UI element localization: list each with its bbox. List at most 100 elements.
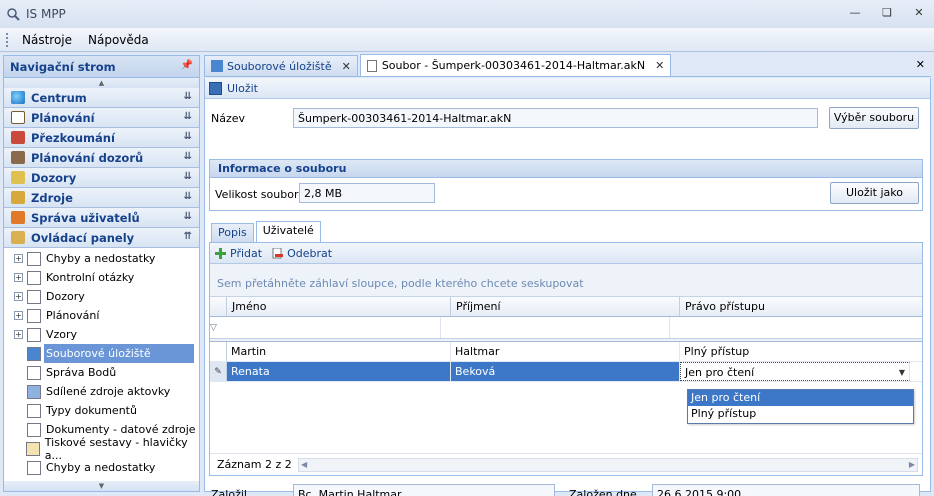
nav-group-label: Přezkoumání [31, 130, 115, 145]
scroll-left-icon[interactable]: ◀ [301, 460, 307, 469]
nav-header: Navigační strom 📌 [4, 56, 199, 78]
file-info-header: Informace o souboru [210, 160, 922, 178]
tab-uzivatele[interactable]: Uživatelé [255, 221, 321, 242]
access-right-value: Jen pro čtení [685, 366, 755, 379]
tree-item-tiskove-sestavy[interactable]: Tiskové sestavy - hlavičky a... [4, 436, 199, 462]
handshake-icon [11, 151, 25, 164]
close-icon[interactable]: ✕ [912, 6, 926, 19]
table-row[interactable]: Martin Haltmar Plný přístup [210, 342, 922, 362]
cell-jmeno[interactable]: Renata [227, 362, 451, 381]
expand-icon[interactable]: + [14, 330, 23, 339]
nav-group-centrum[interactable]: Centrum ⇊ [4, 88, 199, 108]
name-label: Název [211, 112, 246, 125]
tree-item-label: Kontrolní otázky [46, 271, 135, 284]
report-icon [26, 441, 40, 456]
tree-item-kontrolni-otazky[interactable]: + Kontrolní otázky [4, 268, 199, 287]
column-header-jmeno[interactable]: Jméno [227, 297, 451, 316]
filter-cell-prijmeni[interactable] [441, 317, 670, 338]
filter-cell-pravo[interactable] [670, 317, 912, 338]
scroll-right-icon[interactable]: ▶ [909, 460, 915, 469]
scroll-down-button[interactable]: ▼ [4, 481, 199, 491]
tree-item-sprava-bodu[interactable]: Správa Bodů [4, 363, 199, 382]
horizontal-scrollbar[interactable]: ◀ ▶ [298, 458, 918, 472]
maximize-icon[interactable]: ❏ [880, 6, 894, 19]
group-by-area[interactable]: Sem přetáhněte záhlaví sloupce, podle kt… [210, 264, 922, 297]
column-header-pravo[interactable]: Právo přístupu [680, 297, 922, 316]
pager: Záznam 2 z 2 ◀ ▶ [210, 453, 922, 475]
nav-group-label: Dozory [31, 170, 77, 185]
nav-group-prezkoumani[interactable]: Přezkoumání ⇊ [4, 128, 199, 148]
cell-prijmeni[interactable]: Haltmar [451, 342, 680, 361]
name-field[interactable]: Šumperk-00303461-2014-Haltmar.akN [293, 108, 818, 128]
tree-item-souborove-uloziste[interactable]: Souborové úložiště [4, 344, 199, 363]
tree-item-chyby[interactable]: + Chyby a nedostatky [4, 249, 199, 268]
tree-item-chyby-2[interactable]: Chyby a nedostatky [4, 458, 199, 477]
tab-label: Soubor - Šumperk-00303461-2014-Haltmar.a… [381, 59, 646, 72]
close-tab-icon[interactable]: ✕ [655, 59, 664, 72]
nav-group-dozory[interactable]: Dozory ⇊ [4, 168, 199, 188]
column-header-prijmeni[interactable]: Příjmení [451, 297, 680, 316]
tab-popis[interactable]: Popis [211, 223, 254, 242]
chevron-down-icon: ⇊ [183, 91, 192, 102]
close-icon[interactable]: ✕ [916, 58, 925, 71]
cell-prijmeni[interactable]: Beková [451, 362, 680, 381]
tab-soubor[interactable]: Soubor - Šumperk-00303461-2014-Haltmar.a… [359, 54, 672, 76]
toolbar-grip[interactable] [6, 32, 9, 47]
menu-tools[interactable]: Nástroje [19, 33, 75, 47]
tree-item-vzory[interactable]: + Vzory [4, 325, 199, 344]
expand-icon[interactable]: + [14, 292, 23, 301]
nav-group-planovani-dozoru[interactable]: Plánování dozorů ⇊ [4, 148, 199, 168]
nav-group-ovladaci-panely[interactable]: Ovládací panely ⇈ [4, 228, 199, 248]
access-right-select[interactable]: Jen pro čtení ▼ [680, 362, 910, 381]
add-icon [215, 247, 226, 259]
nav-tree: + Chyby a nedostatky + Kontrolní otázky + D… [4, 248, 199, 477]
resources-icon [11, 191, 25, 204]
created-by-label: Založil [211, 488, 247, 496]
filter-cell-jmeno[interactable] [217, 317, 441, 338]
tree-item-planovani[interactable]: + Plánování [4, 306, 199, 325]
review-icon [11, 131, 25, 144]
nav-group-label: Plánování dozorů [31, 150, 144, 165]
tree-item-label: Chyby a nedostatky [46, 461, 156, 474]
created-by-field: Bc. Martin Haltmar [293, 484, 555, 496]
close-tab-icon[interactable]: ✕ [342, 60, 351, 73]
users-panel: Přidat Odebrat Sem přetáhněte záhlaví sl… [209, 242, 923, 476]
select-file-button[interactable]: Výběr souboru [829, 107, 919, 129]
size-field: 2,8 MB [299, 183, 435, 203]
tree-item-typy-dokumentu[interactable]: Typy dokumentů [4, 401, 199, 420]
search-icon [6, 7, 20, 21]
dropdown-option[interactable]: Plný přístup [688, 406, 913, 422]
tree-item-sdilene-zdroje[interactable]: Sdílené zdroje aktovky [4, 382, 199, 401]
document-icon [27, 422, 41, 437]
window-title: IS MPP [26, 7, 66, 21]
tree-item-dozory[interactable]: + Dozory [4, 287, 199, 306]
add-user-button[interactable]: Přidat [230, 247, 262, 260]
scroll-up-button[interactable]: ▲ [4, 78, 199, 88]
access-right-dropdown: Jen pro čtení Plný přístup [687, 389, 914, 424]
menu-help[interactable]: Nápověda [85, 33, 152, 47]
expand-icon[interactable]: + [14, 311, 23, 320]
minimize-icon[interactable]: — [848, 6, 862, 19]
file-info-group: Informace o souboru Velikost souboru 2,8… [209, 159, 923, 211]
tree-item-label: Vzory [46, 328, 78, 341]
dropdown-option[interactable]: Jen pro čtení [688, 390, 913, 406]
expand-icon[interactable]: + [14, 273, 23, 282]
expand-icon[interactable]: + [14, 254, 23, 263]
save-as-button[interactable]: Uložit jako [830, 182, 919, 204]
nav-group-zdroje[interactable]: Zdroje ⇊ [4, 188, 199, 208]
cell-pravo[interactable]: Plný přístup [680, 342, 922, 361]
pin-icon[interactable]: 📌 [181, 60, 193, 71]
tab-souborove-uloziste[interactable]: Souborové úložiště ✕ [204, 55, 358, 76]
remove-user-button[interactable]: Odebrat [287, 247, 332, 260]
nav-group-planovani[interactable]: Plánování ⇊ [4, 108, 199, 128]
detail-subtabs: Popis Uživatelé [211, 221, 323, 242]
table-row[interactable]: ✎ Renata Beková Jen pro čtení ▼ [210, 362, 922, 382]
chevron-down-icon[interactable]: ▼ [899, 363, 905, 383]
save-icon [209, 81, 222, 95]
cell-jmeno[interactable]: Martin [227, 342, 451, 361]
size-label: Velikost souboru [215, 188, 306, 201]
chevron-down-icon: ⇊ [183, 151, 192, 162]
navigation-panel: Navigační strom 📌 ▲ Centrum ⇊ Plánování ⇊ … [3, 55, 200, 492]
nav-group-sprava-uzivatelu[interactable]: Správa uživatelů ⇊ [4, 208, 199, 228]
save-button[interactable]: Uložit [227, 82, 258, 95]
